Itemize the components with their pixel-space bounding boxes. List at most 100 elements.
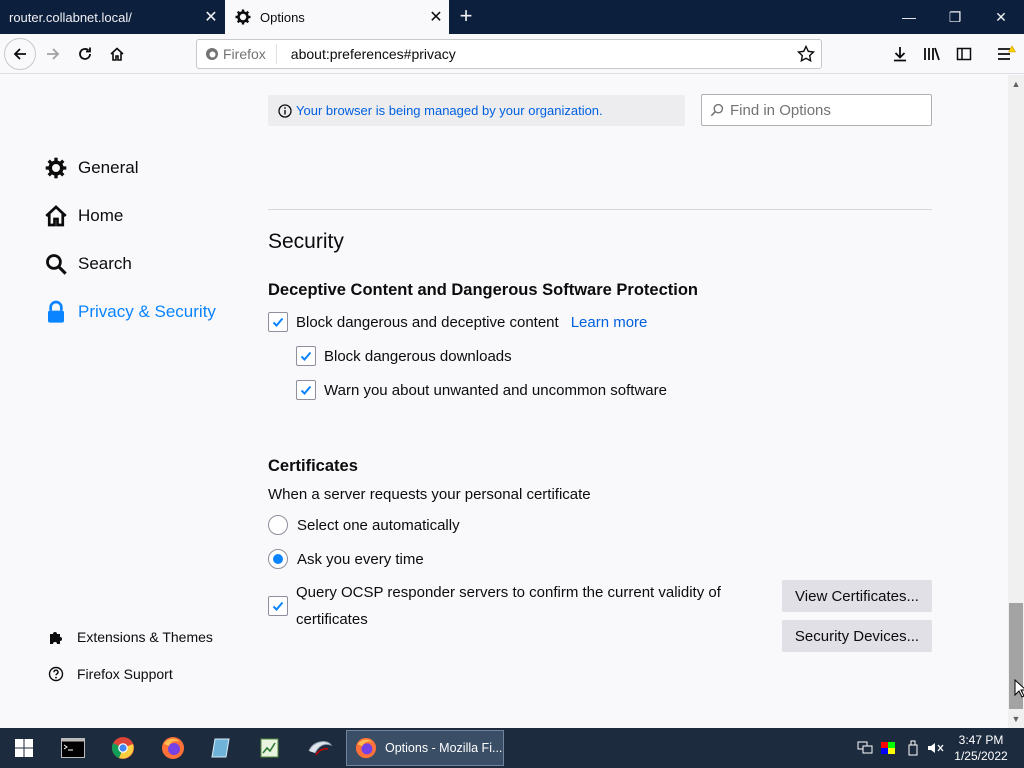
bookmark-star-icon[interactable] [791,45,821,63]
chrome-icon[interactable] [107,732,139,764]
tab-title: router.collabnet.local/ [9,9,132,25]
volume-muted-icon[interactable] [927,738,945,758]
identity-box[interactable]: Firefox [197,44,277,64]
deceptive-content-heading: Deceptive Content and Dangerous Software… [268,281,698,299]
ocsp-checkbox[interactable] [268,596,288,616]
warn-unwanted-software-label[interactable]: Warn you about unwanted and uncommon sof… [324,382,667,399]
search-icon [44,252,68,276]
close-tab-icon[interactable]: ✕ [423,7,449,27]
ocsp-checkbox-row [268,596,296,616]
certificates-description: When a server requests your personal cer… [268,486,591,503]
ocsp-label-line1[interactable]: Query OCSP responder servers to confirm … [296,584,721,601]
sidebar-extensions-themes[interactable]: Extensions & Themes [47,628,213,646]
taskbar-active-firefox-window[interactable]: Options - Mozilla Fi... [346,730,504,766]
sidebar-item-search[interactable]: Search [44,252,132,276]
library-icon [924,47,940,61]
block-deceptive-content-row: Block dangerous and deceptive content Le… [268,312,647,332]
windows-start-icon[interactable] [8,732,40,764]
wireshark-icon[interactable] [304,732,336,764]
spreadsheet-icon[interactable] [254,732,286,764]
select-auto-label[interactable]: Select one automatically [297,517,460,534]
block-deceptive-content-label[interactable]: Block dangerous and deceptive content [296,314,559,331]
ask-every-time-radio[interactable] [268,549,288,569]
help-icon [47,665,65,683]
block-downloads-label[interactable]: Block dangerous downloads [324,348,512,365]
sidebar-item-home[interactable]: Home [44,204,123,228]
checkmark-icon [300,385,312,395]
sidebar-item-label: Search [78,254,132,273]
downloads-button[interactable] [884,38,916,70]
view-certificates-button[interactable]: View Certificates... [782,580,932,612]
sidebar-item-label: Home [78,206,124,225]
taskbar-clock[interactable]: 3:47 PM 1/25/2022 [946,732,1016,764]
url-text[interactable]: about:preferences#privacy [277,46,791,62]
warn-unwanted-software-row: Warn you about unwanted and uncommon sof… [296,380,667,400]
back-button[interactable] [4,38,36,70]
checkmark-icon [300,351,312,361]
checkmark-icon [272,317,284,327]
puzzle-icon [47,628,65,646]
home-icon [44,204,68,228]
learn-more-link[interactable]: Learn more [571,314,648,331]
sidebar-icon [956,47,972,61]
gear-icon [44,156,68,180]
scroll-up-icon[interactable]: ▲ [1008,76,1024,92]
warn-unwanted-software-checkbox[interactable] [296,380,316,400]
section-divider [268,209,932,210]
tab-router[interactable]: router.collabnet.local/ ✕ [0,0,224,34]
checkmark-icon [272,601,284,611]
home-button[interactable] [101,38,133,70]
block-downloads-checkbox[interactable] [296,346,316,366]
library-button[interactable] [916,38,948,70]
firefox-logo-icon [206,48,218,60]
block-downloads-row: Block dangerous downloads [296,346,512,366]
download-icon [894,47,906,62]
ocsp-label-line2[interactable]: certificates [296,611,368,628]
find-in-options-input[interactable] [730,101,920,119]
notepad-icon[interactable] [205,732,237,764]
scroll-down-icon[interactable]: ▼ [1008,711,1024,727]
ask-every-time-label[interactable]: Ask you every time [297,551,424,568]
usb-tray-icon[interactable] [904,738,922,758]
select-auto-radio[interactable] [268,515,288,535]
select-auto-row: Select one automatically [268,515,460,535]
firefox-icon [355,737,377,759]
menu-button[interactable] [990,38,1022,70]
network-tray-icon[interactable] [856,738,874,758]
tab-title: Options [260,9,305,25]
policies-notice-text[interactable]: Your browser is being managed by your or… [296,103,603,118]
new-tab-icon[interactable]: + [452,0,480,34]
sidebar-firefox-support[interactable]: Firefox Support [47,665,173,683]
policies-notice[interactable]: Your browser is being managed by your or… [268,95,685,126]
taskbar-window-title: Options - Mozilla Fi... [385,741,503,755]
security-devices-button[interactable]: Security Devices... [782,620,932,652]
block-deceptive-content-checkbox[interactable] [268,312,288,332]
hamburger-menu-icon [998,45,1016,60]
terminal-icon[interactable] [57,732,89,764]
reload-button[interactable] [69,38,101,70]
home-icon [110,47,124,61]
tab-options[interactable]: Options ✕ [225,0,449,34]
display-tray-icon[interactable] [879,738,897,758]
sidebar-item-label: General [78,158,139,177]
sidebar-item-privacy-security[interactable]: Privacy & Security [44,300,216,324]
gear-icon [234,8,252,26]
sidebar-item-general[interactable]: General [44,156,138,180]
section-title-security: Security [268,230,344,253]
identity-label: Firefox [223,46,266,62]
minimize-icon[interactable]: — [886,0,932,34]
sidebar-toggle-button[interactable] [948,38,980,70]
url-bar[interactable]: Firefox about:preferences#privacy [196,39,822,69]
firefox-icon[interactable] [157,732,189,764]
mouse-cursor-icon [1014,679,1024,698]
radio-selected-dot [273,554,283,564]
clock-time: 3:47 PM [958,733,1004,747]
forward-button[interactable] [37,38,69,70]
window-close-icon[interactable]: ✕ [978,0,1024,34]
close-tab-icon[interactable]: ✕ [198,7,224,27]
reload-icon [79,47,91,60]
find-in-options[interactable] [701,94,932,126]
restore-icon[interactable]: ❐ [932,0,978,34]
forward-arrow-icon [47,48,60,60]
sidebar-foot-label: Firefox Support [77,666,173,682]
